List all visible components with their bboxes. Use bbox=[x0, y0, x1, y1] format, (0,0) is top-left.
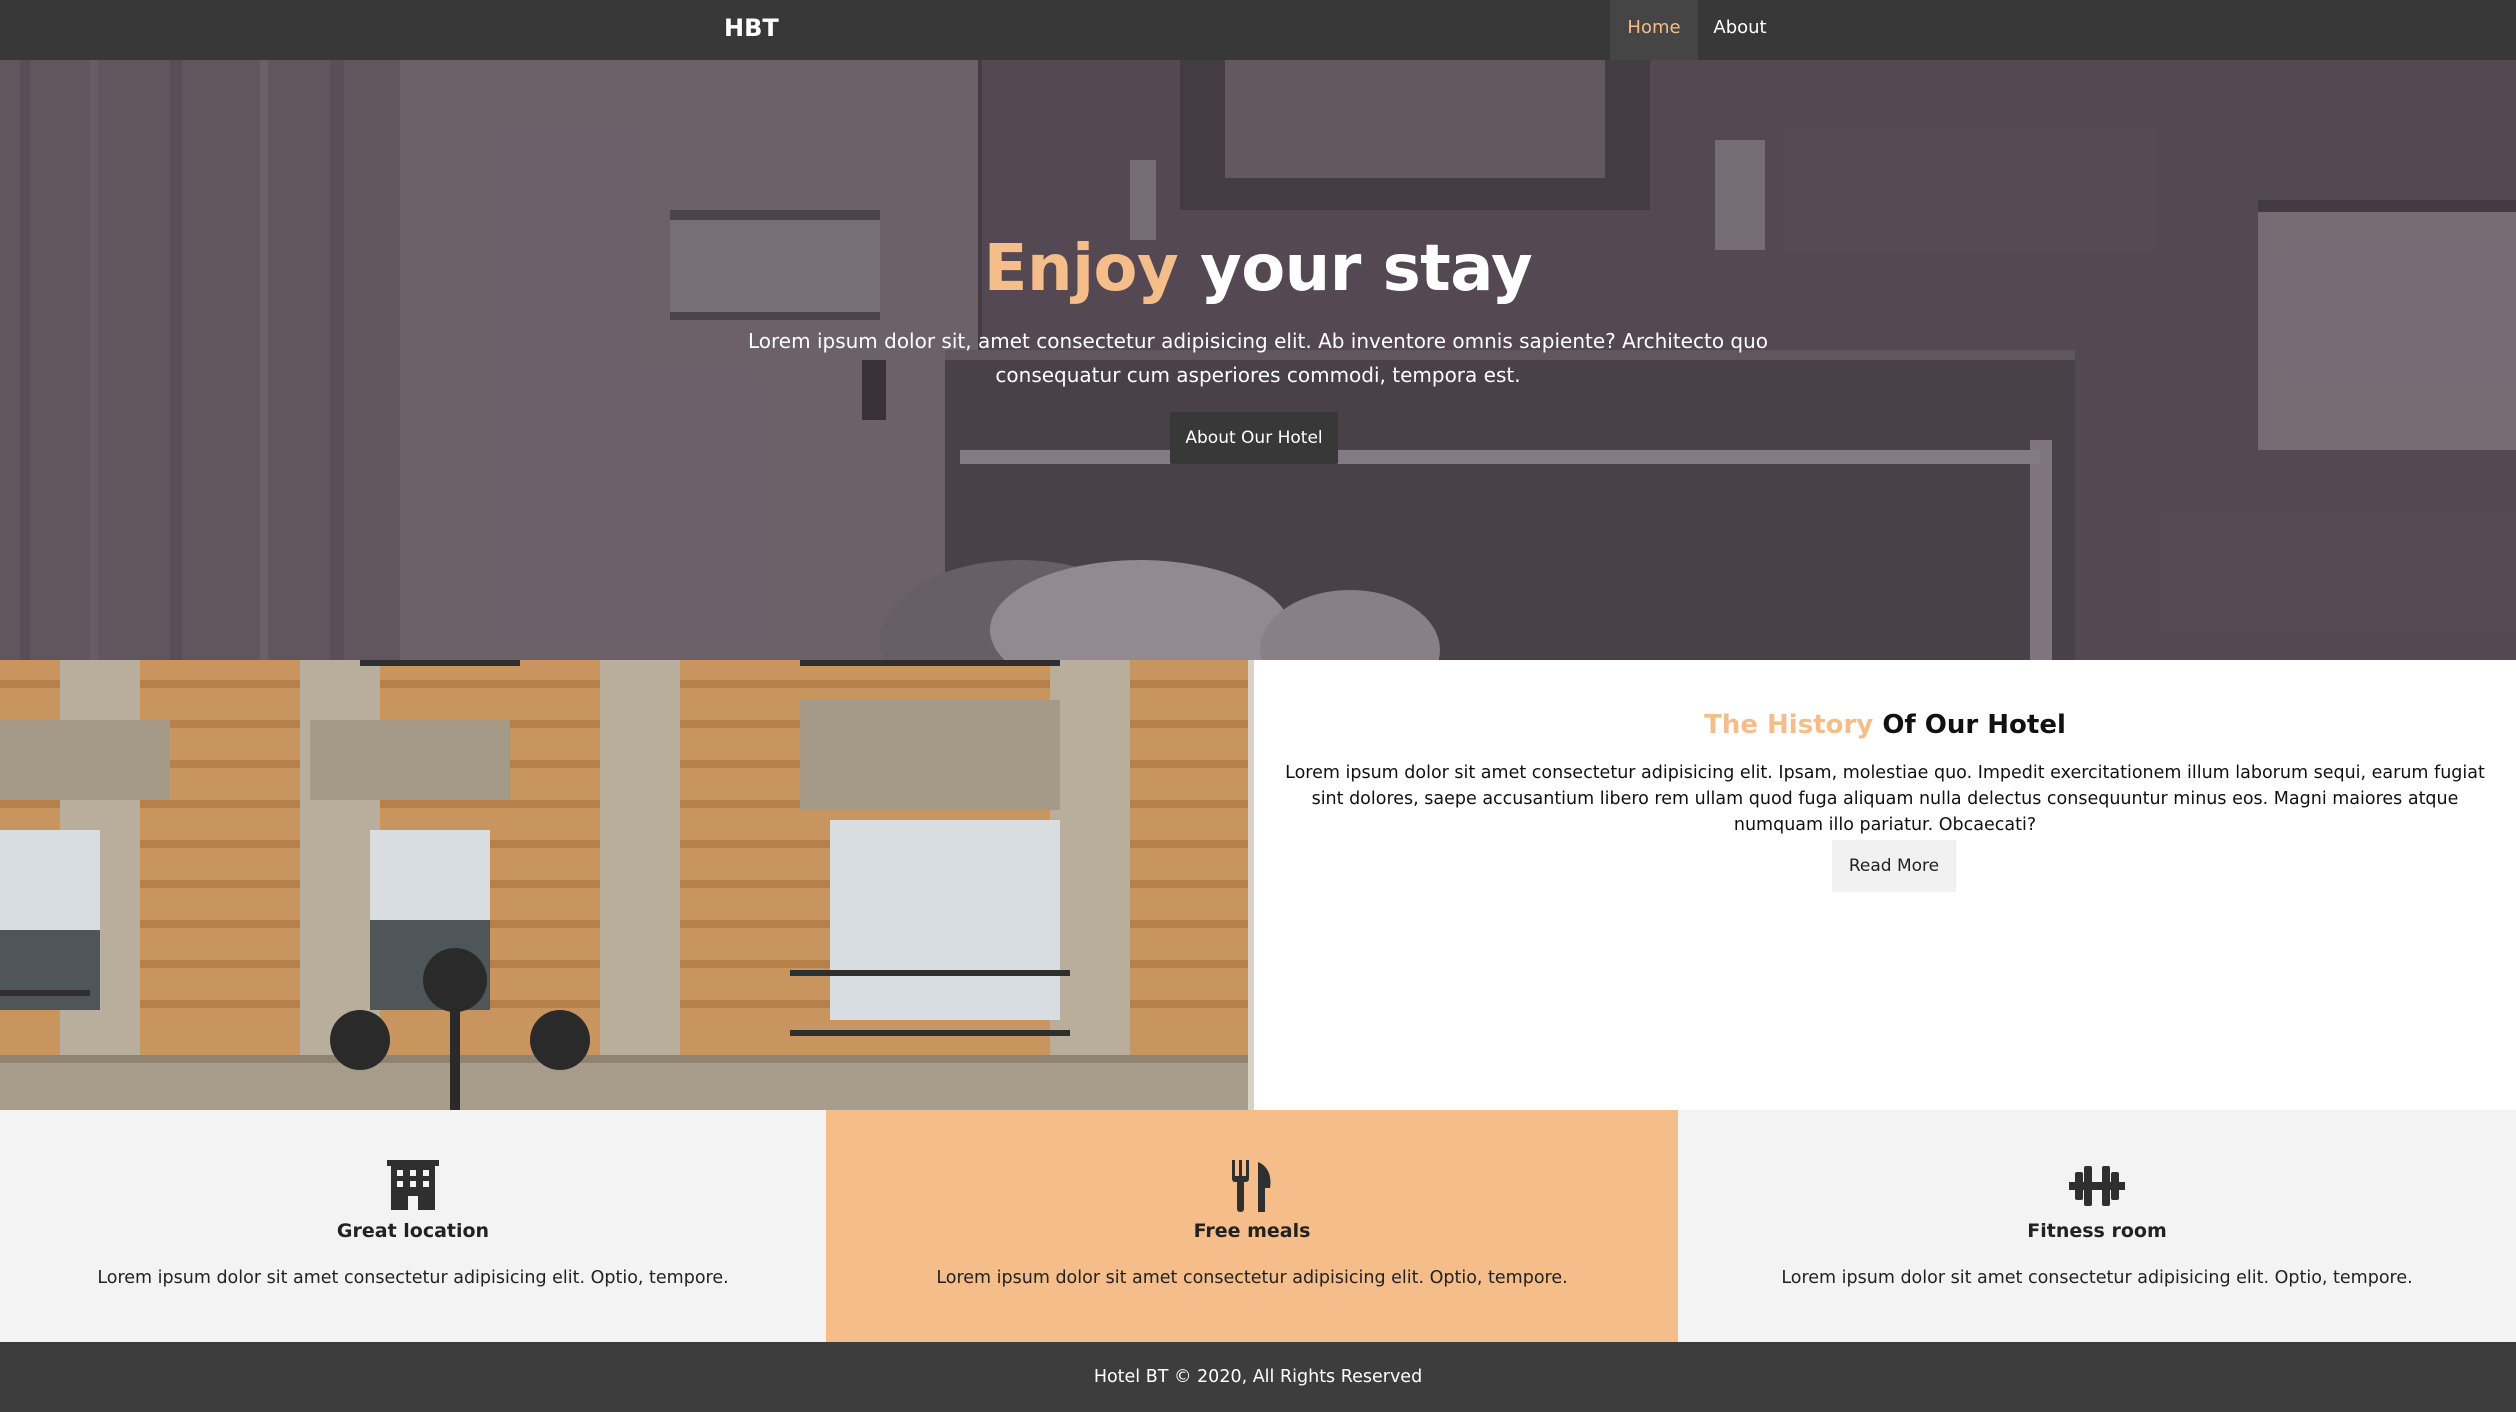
building-icon bbox=[387, 1160, 439, 1210]
history-text: Lorem ipsum dolor sit amet consectetur a… bbox=[1285, 763, 2485, 835]
footer-text: Hotel BT © 2020, All Rights Reserved bbox=[1093, 1367, 1423, 1387]
feature-text-fitness: Lorem ipsum dolor sit amet consectetur a… bbox=[1781, 1268, 2413, 1288]
history-section: The History Of Our Hotel Lorem ipsum dol… bbox=[1254, 660, 2516, 1110]
building-image bbox=[0, 660, 1254, 1110]
footer: Hotel BT © 2020, All Rights Reserved bbox=[0, 1342, 2516, 1412]
feature-card-location: Great location Lorem ipsum dolor sit ame… bbox=[0, 1110, 826, 1342]
hero-section: Enjoy your stay Lorem ipsum dolor sit, a… bbox=[0, 60, 2516, 660]
feature-text-meals: Lorem ipsum dolor sit amet consectetur a… bbox=[936, 1268, 1568, 1288]
navbar: HBT Home About bbox=[0, 0, 2516, 60]
feature-title-fitness: Fitness room bbox=[2027, 1220, 2167, 1242]
feature-card-meals: Free meals Lorem ipsum dolor sit amet co… bbox=[826, 1110, 1678, 1342]
hero-title: Enjoy your stay bbox=[0, 232, 2516, 306]
brand-logo[interactable]: HBT bbox=[724, 0, 779, 60]
hero-title-rest: your stay bbox=[1199, 232, 1533, 306]
feature-text-location: Lorem ipsum dolor sit amet consectetur a… bbox=[97, 1268, 729, 1288]
feature-title-location: Great location bbox=[336, 1220, 490, 1242]
hero-text: Lorem ipsum dolor sit, amet consectetur … bbox=[747, 329, 1769, 387]
feature-title-meals: Free meals bbox=[1193, 1220, 1311, 1242]
hero-title-accent: Enjoy bbox=[983, 232, 1179, 306]
about-our-hotel-button[interactable]: About Our Hotel bbox=[1170, 412, 1338, 464]
history-title: The History Of Our Hotel bbox=[1254, 710, 2516, 740]
history-title-accent: The History bbox=[1704, 710, 1874, 740]
history-title-rest: Of Our Hotel bbox=[1882, 710, 2066, 740]
nav-about-link[interactable]: About bbox=[1700, 0, 1780, 60]
dumbbell-icon bbox=[2069, 1166, 2125, 1206]
utensils-icon bbox=[1232, 1160, 1271, 1212]
read-more-button[interactable]: Read More bbox=[1832, 840, 1956, 892]
nav-home-link[interactable]: Home bbox=[1610, 0, 1698, 60]
feature-card-fitness: Fitness room Lorem ipsum dolor sit amet … bbox=[1678, 1110, 2516, 1342]
